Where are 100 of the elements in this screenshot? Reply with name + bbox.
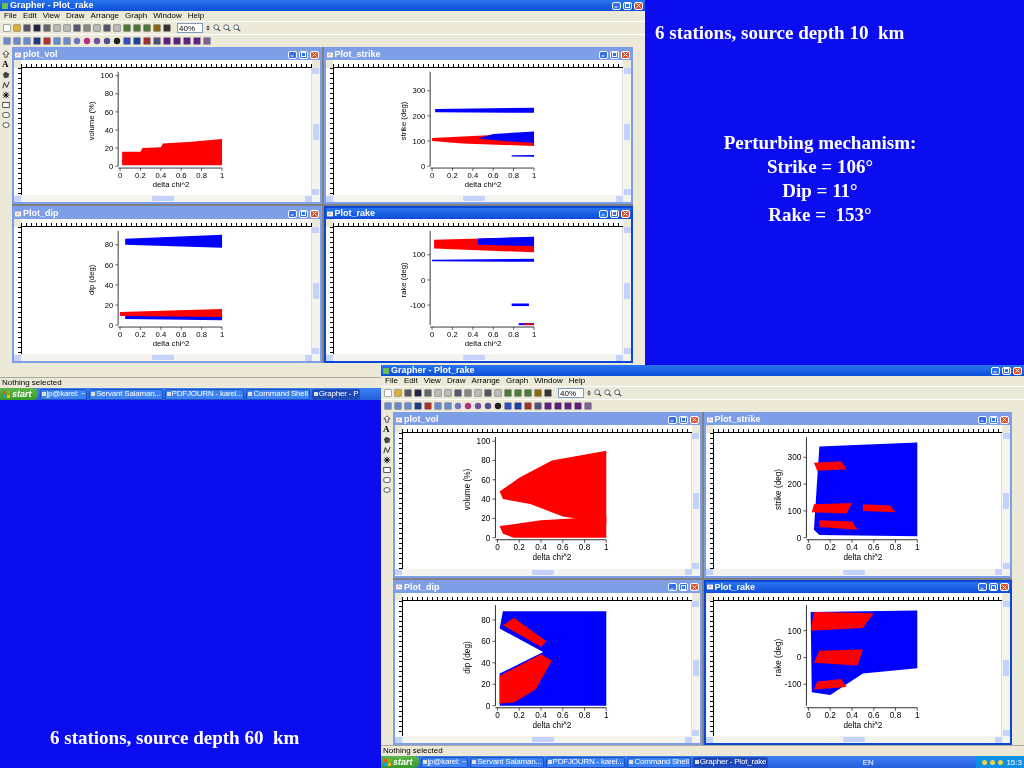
rectangle-icon[interactable] xyxy=(2,101,10,109)
ellipse-icon[interactable] xyxy=(2,121,10,129)
maximize-button[interactable] xyxy=(610,209,619,218)
maximize-button[interactable] xyxy=(678,583,688,591)
close-button[interactable] xyxy=(1000,415,1009,424)
polyline-icon[interactable] xyxy=(2,81,10,89)
language-indicator[interactable]: EN xyxy=(862,757,874,767)
menu-item[interactable]: Graph xyxy=(125,11,148,21)
horizontal-scrollbar[interactable] xyxy=(325,354,631,361)
menu-item[interactable]: Window xyxy=(153,11,182,21)
vertical-scrollbar[interactable] xyxy=(1001,433,1010,569)
minimize-button[interactable] xyxy=(978,583,987,591)
taskbar-button[interactable]: Command Shell xyxy=(627,756,691,768)
vertical-scrollbar[interactable] xyxy=(622,68,631,195)
maximize-button[interactable] xyxy=(989,415,998,424)
tick-label: 0 xyxy=(117,329,123,339)
rounded-rectangle-icon[interactable] xyxy=(383,476,391,484)
pointer-icon[interactable] xyxy=(2,50,10,58)
menu-item[interactable]: Draw xyxy=(65,11,85,21)
spin-arrows-icon[interactable] xyxy=(205,24,211,32)
menu-item[interactable]: Edit xyxy=(403,376,418,386)
menu-item[interactable]: Arrange xyxy=(90,11,120,21)
minimize-button[interactable] xyxy=(599,209,608,218)
close-button[interactable] xyxy=(689,415,699,424)
taskbar-button[interactable]: Servant Salaman... xyxy=(89,388,163,400)
vertical-scrollbar[interactable] xyxy=(690,600,700,736)
magnifier-icon[interactable] xyxy=(614,389,622,397)
close-button[interactable] xyxy=(689,583,699,591)
taskbar-button[interactable]: jp@karel: ~ xyxy=(420,756,469,768)
text-tool[interactable]: A xyxy=(2,60,10,69)
close-button[interactable] xyxy=(621,50,630,59)
minimize-button[interactable] xyxy=(287,209,297,218)
text-tool[interactable]: A xyxy=(383,425,391,434)
close-button[interactable] xyxy=(621,209,630,218)
minimize-button[interactable] xyxy=(667,583,677,591)
horizontal-scrollbar[interactable] xyxy=(395,736,700,743)
maximize-button[interactable] xyxy=(623,1,632,10)
magnifier-icon[interactable] xyxy=(233,24,241,32)
asterisk-icon[interactable] xyxy=(383,456,391,464)
magnifier-icon[interactable] xyxy=(604,389,612,397)
taskbar-button[interactable]: PDFJOURN - karel... xyxy=(545,756,626,768)
minimize-button[interactable] xyxy=(287,50,297,59)
zoom-field[interactable]: 40% xyxy=(177,23,203,33)
taskbar-button[interactable]: Grapher - Plot_rake xyxy=(692,756,769,768)
maximize-button[interactable] xyxy=(1002,366,1011,375)
vertical-scrollbar[interactable] xyxy=(1001,600,1010,736)
menu-item[interactable]: Help xyxy=(568,376,586,386)
minimize-button[interactable] xyxy=(991,366,1000,375)
menu-item[interactable]: Graph xyxy=(506,376,529,386)
menu-item[interactable]: Arrange xyxy=(471,376,501,386)
magnifier-icon[interactable] xyxy=(223,24,231,32)
minimize-button[interactable] xyxy=(612,1,621,10)
taskbar-button[interactable]: Command Shell xyxy=(246,388,310,400)
taskbar-button[interactable]: jp@karel: ~ xyxy=(39,388,88,400)
polygon-icon[interactable] xyxy=(2,71,10,79)
taskbar-button[interactable]: PDFJOURN - karel... xyxy=(164,388,245,400)
maximize-button[interactable] xyxy=(678,415,688,424)
close-button[interactable] xyxy=(1000,583,1009,591)
vertical-scrollbar[interactable] xyxy=(310,227,320,354)
maximize-button[interactable] xyxy=(989,583,998,591)
minimize-button[interactable] xyxy=(667,415,677,424)
menu-item[interactable]: Window xyxy=(534,376,563,386)
horizontal-scrollbar[interactable] xyxy=(705,568,1010,576)
menu-item[interactable]: File xyxy=(385,376,398,386)
horizontal-scrollbar[interactable] xyxy=(14,354,320,361)
menu-item[interactable]: Edit xyxy=(22,11,37,21)
rectangle-icon[interactable] xyxy=(383,466,391,474)
horizontal-scrollbar[interactable] xyxy=(325,195,631,202)
maximize-button[interactable] xyxy=(298,209,308,218)
polyline-icon[interactable] xyxy=(383,446,391,454)
pointer-icon[interactable] xyxy=(383,415,391,423)
maximize-button[interactable] xyxy=(298,50,308,59)
maximize-button[interactable] xyxy=(610,50,619,59)
vertical-scrollbar[interactable] xyxy=(622,227,631,354)
minimize-button[interactable] xyxy=(599,50,608,59)
menu-item[interactable]: Help xyxy=(187,11,205,21)
close-button[interactable] xyxy=(1013,366,1022,375)
menu-item[interactable]: View xyxy=(423,376,441,386)
minimize-button[interactable] xyxy=(978,415,987,424)
horizontal-scrollbar[interactable] xyxy=(14,195,320,202)
asterisk-icon[interactable] xyxy=(2,91,10,99)
close-button[interactable] xyxy=(309,50,319,59)
spin-arrows-icon[interactable] xyxy=(586,389,592,397)
taskbar-button[interactable]: Servant Salaman... xyxy=(470,756,544,768)
close-button[interactable] xyxy=(309,209,319,218)
menu-item[interactable]: Draw xyxy=(446,376,466,386)
vertical-scrollbar[interactable] xyxy=(310,68,320,195)
ellipse-icon[interactable] xyxy=(383,486,391,494)
horizontal-scrollbar[interactable] xyxy=(395,568,700,576)
close-button[interactable] xyxy=(634,1,643,10)
magnifier-icon[interactable] xyxy=(594,389,602,397)
taskbar-button[interactable]: Grapher - P xyxy=(311,388,361,400)
polygon-icon[interactable] xyxy=(383,436,391,444)
vertical-scrollbar[interactable] xyxy=(690,433,700,569)
menu-item[interactable]: View xyxy=(42,11,60,21)
zoom-field[interactable]: 40% xyxy=(558,388,584,398)
menu-item[interactable]: File xyxy=(4,11,17,21)
magnifier-icon[interactable] xyxy=(213,24,221,32)
horizontal-scrollbar[interactable] xyxy=(705,736,1010,743)
rounded-rectangle-icon[interactable] xyxy=(2,111,10,119)
